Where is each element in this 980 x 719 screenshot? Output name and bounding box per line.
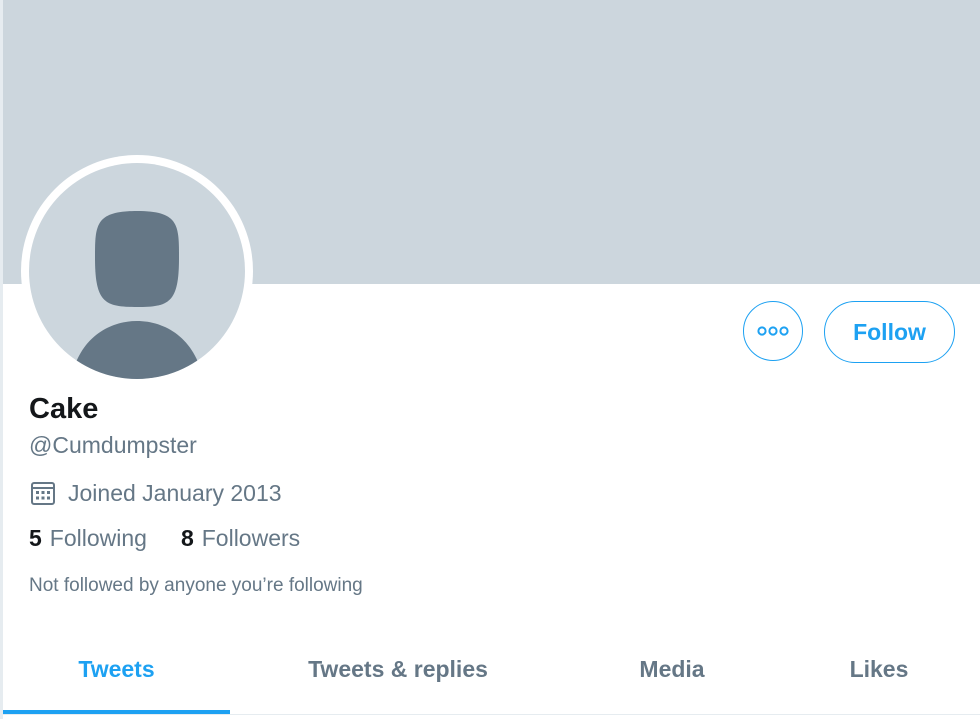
joined-date-row: Joined January 2013: [29, 478, 282, 508]
more-horizontal-icon: [757, 326, 789, 336]
follow-button[interactable]: Follow: [824, 301, 955, 363]
following-stat-link[interactable]: 5 Following: [29, 523, 147, 553]
profile-display-name: Cake: [29, 393, 99, 425]
followers-label: Followers: [201, 525, 301, 551]
tab-media-label: Media: [639, 655, 705, 682]
tab-tweets-and-replies-label: Tweets & replies: [308, 655, 488, 682]
following-label: Following: [49, 525, 147, 551]
tabs-divider: [3, 714, 980, 715]
tab-tweets[interactable]: Tweets: [3, 624, 230, 714]
tab-tweets-and-replies[interactable]: Tweets & replies: [230, 624, 566, 714]
default-avatar-icon: [29, 163, 245, 379]
followers-count: 8: [180, 525, 194, 551]
tab-media[interactable]: Media: [566, 624, 778, 714]
more-options-button[interactable]: [743, 301, 803, 361]
not-followed-note: Not followed by anyone you’re following: [29, 575, 363, 596]
profile-avatar[interactable]: [21, 155, 253, 387]
following-count: 5: [29, 525, 42, 551]
profile-tabs: Tweets Tweets & replies Media Likes: [3, 624, 980, 719]
joined-date-text: Joined January 2013: [68, 480, 282, 506]
profile-handle: @Cumdumpster: [29, 432, 197, 458]
tab-likes[interactable]: Likes: [778, 624, 980, 714]
tab-likes-label: Likes: [849, 655, 909, 682]
profile-stats: 5 Following 8 Followers: [29, 523, 300, 553]
tab-tweets-label: Tweets: [78, 655, 155, 682]
calendar-icon: [31, 482, 55, 505]
followers-stat-link[interactable]: 8 Followers: [181, 523, 300, 553]
